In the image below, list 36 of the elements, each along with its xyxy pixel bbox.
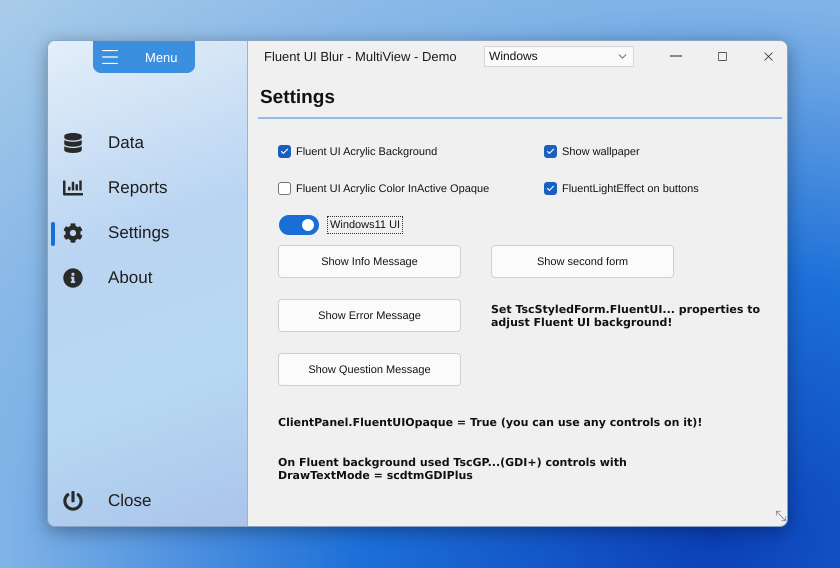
sidebar-item[interactable]: Settings [48,215,247,250]
note-text: ClientPanel.FluentUIOpaque = True (you can use any controls on it)! [278,416,704,429]
checkbox[interactable] [278,182,291,195]
checkbox[interactable] [278,145,291,158]
selection-indicator [51,222,55,246]
style-select[interactable]: Windows [484,46,634,66]
gear-icon [62,222,84,244]
checkbox[interactable] [544,182,557,195]
info-message-button[interactable]: Show Info Message [278,245,461,278]
second-form-button[interactable]: Show second form [491,245,674,278]
checkbox-label: FluentLightEffect on buttons [562,182,699,194]
minimize-icon [670,55,682,57]
maximize-icon [716,50,728,62]
question-message-button[interactable]: Show Question Message [278,353,461,386]
checkbox-label: Fluent UI Acrylic Color InActive Opaque [296,182,490,194]
sidebar-item[interactable]: About [48,260,247,295]
checkbox-label: Fluent UI Acrylic Background [296,146,438,158]
database-icon [62,132,84,154]
page-heading: Settings [260,87,336,109]
resize-grip-icon [773,508,787,524]
window-title: Fluent UI Blur - MultiView - Demo [264,48,458,64]
power-icon [62,490,84,512]
check-icon [546,184,555,193]
checkbox[interactable] [544,145,557,158]
info-icon [62,266,84,288]
hint-text: Set TscStyledForm.FluentUI... properties to adjust Fluent UI background! [491,303,762,329]
check-icon [546,147,555,156]
error-message-button[interactable]: Show Error Message [278,299,461,332]
toggle-switch[interactable] [279,215,319,235]
toggle-label: Windows11 UI [327,216,404,234]
note-text: On Fluent background used TscGP...(GDI+) controls with DrawTextMode = scdtmGDIPlus [278,456,628,482]
check-icon [280,147,289,156]
sidebar-item[interactable]: Reports [48,170,247,205]
sidebar-item[interactable]: Data [48,125,247,160]
checkbox-label: Show wallpaper [562,146,640,158]
close-item[interactable]: Close [48,483,247,518]
